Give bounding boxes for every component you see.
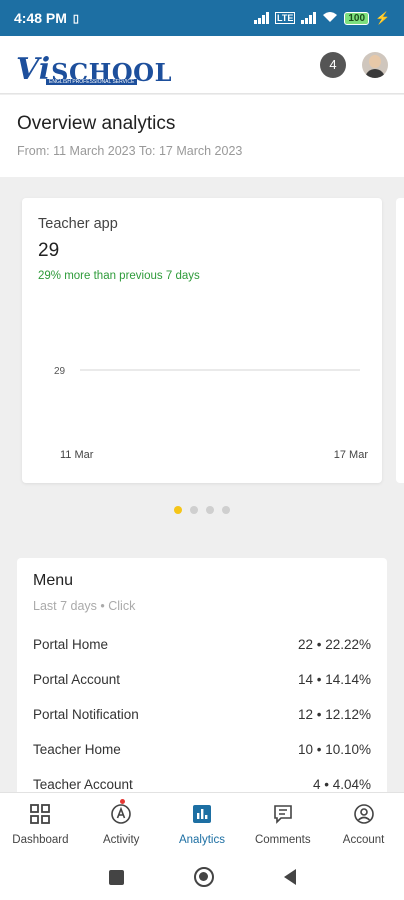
card-label: Teacher app: [38, 216, 118, 232]
pagination-dot[interactable]: [206, 506, 214, 514]
nav-label: Account: [342, 834, 385, 846]
status-time: 4:48 PM: [14, 10, 67, 26]
volte-icon: LTE: [275, 12, 296, 24]
menu-row-name: Teacher Account: [33, 777, 133, 792]
logo-tagline: ENGLISH PROFESSIONAL SERVICE: [46, 78, 138, 85]
date-range[interactable]: From: 11 March 2023 To: 17 March 2023: [17, 144, 387, 158]
menu-title: Menu: [33, 572, 74, 589]
nav-label: Comments: [254, 834, 311, 846]
home-button[interactable]: [193, 867, 214, 887]
y-tick-label: 29: [54, 366, 66, 377]
back-button[interactable]: [283, 869, 296, 885]
wifi-icon: [322, 11, 338, 26]
menu-row-name: Portal Account: [33, 672, 121, 687]
nav-label: Dashboard: [12, 834, 69, 846]
nav-dashboard[interactable]: Dashboard: [0, 793, 81, 854]
system-navigation-bar: [0, 854, 404, 900]
card-delta: 29% more than previous 7 days: [38, 270, 200, 282]
vischool-logo[interactable]: Vi SCHOOL ENGLISH PROFESSIONAL SERVICE: [16, 45, 172, 85]
nav-analytics[interactable]: Analytics: [162, 793, 243, 854]
nav-activity[interactable]: Activity: [81, 793, 162, 854]
x-tick-label: 11 Mar: [60, 449, 94, 461]
line-chart: 29 11 Mar 17 Mar: [54, 366, 369, 461]
menu-row[interactable]: Portal Notification 12 • 12.12%: [33, 697, 371, 732]
avatar[interactable]: [362, 51, 388, 78]
menu-subtitle: Last 7 days • Click: [33, 599, 136, 613]
charging-icon: ⚡: [375, 11, 390, 25]
status-bar: 4:48 PM ▯ LTE 100 ⚡: [0, 0, 404, 36]
nav-label: Analytics: [178, 834, 225, 846]
activity-icon: [110, 799, 132, 834]
comments-icon: [272, 803, 294, 834]
x-tick-label: 17 Mar: [334, 449, 369, 461]
nav-comments[interactable]: Comments: [242, 793, 323, 854]
nav-account[interactable]: Account: [323, 793, 404, 854]
overview-section: Overview analytics From: 11 March 2023 T…: [0, 95, 404, 177]
dashboard-icon: [29, 803, 51, 834]
sim-icon: ▯: [72, 12, 79, 25]
menu-row[interactable]: Portal Account 14 • 14.14%: [33, 662, 371, 697]
next-analytics-card[interactable]: [396, 198, 404, 483]
signal-icon: [254, 12, 270, 24]
nav-label: Activity: [102, 834, 140, 846]
menu-row-name: Portal Home: [33, 637, 109, 652]
menu-analytics-card: Menu Last 7 days • Click Portal Home 22 •…: [17, 558, 387, 798]
menu-row-value: 10 • 10.10%: [297, 742, 371, 757]
recent-apps-button[interactable]: [108, 869, 124, 885]
battery-icon: 100: [344, 11, 370, 25]
menu-row-name: Portal Notification: [33, 707, 139, 722]
account-icon: [353, 803, 375, 834]
menu-row-value: 14 • 14.14%: [297, 672, 371, 687]
analytics-icon: [191, 803, 213, 834]
menu-row[interactable]: Portal Home 22 • 22.22%: [33, 627, 371, 662]
page-title: Overview analytics: [17, 113, 176, 134]
menu-row-name: Teacher Home: [33, 742, 121, 757]
carousel-pagination: [0, 506, 404, 514]
menu-row[interactable]: Teacher Home 10 • 10.10%: [33, 732, 371, 767]
analytics-card-teacher-app[interactable]: Teacher app 29 29% more than previous 7 …: [22, 198, 382, 483]
pagination-dot[interactable]: [174, 506, 182, 514]
status-indicators: LTE 100 ⚡: [254, 11, 390, 26]
menu-row-value: 12 • 12.12%: [297, 707, 371, 722]
pagination-dot[interactable]: [190, 506, 198, 514]
bottom-navigation: Dashboard Activity Analytics Comments Accoun…: [0, 792, 404, 854]
pagination-dot[interactable]: [222, 506, 230, 514]
signal-icon-2: [301, 12, 317, 24]
menu-row-value: 22 • 22.22%: [297, 637, 371, 652]
notification-badge[interactable]: 4: [320, 51, 346, 78]
menu-row-value: 4 • 4.04%: [312, 777, 371, 792]
card-value: 29: [38, 240, 60, 261]
app-header: Vi SCHOOL ENGLISH PROFESSIONAL SERVICE 4: [0, 36, 404, 94]
